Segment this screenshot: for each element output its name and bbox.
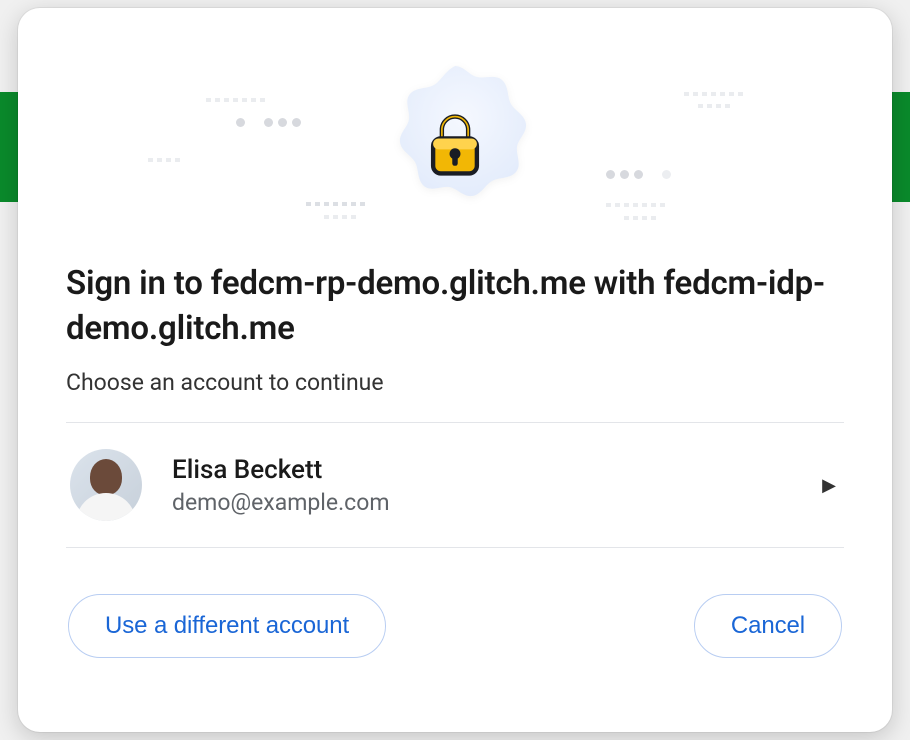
dialog-title: Sign in to fedcm-rp-demo.glitch.me with … — [66, 262, 844, 351]
dialog-actions: Use a different account Cancel — [66, 594, 844, 658]
account-info: Elisa Beckett demo@example.com — [172, 455, 810, 516]
chevron-right-icon: ▶ — [822, 475, 836, 496]
avatar — [70, 449, 142, 521]
use-different-account-button[interactable]: Use a different account — [68, 594, 386, 658]
account-name: Elisa Beckett — [172, 455, 810, 485]
lock-badge — [370, 60, 540, 230]
dialog-subtitle: Choose an account to continue — [66, 369, 844, 396]
account-email: demo@example.com — [172, 489, 810, 516]
signin-dialog: Sign in to fedcm-rp-demo.glitch.me with … — [18, 8, 892, 732]
account-option[interactable]: Elisa Beckett demo@example.com ▶ — [66, 423, 844, 547]
divider-bottom — [66, 547, 844, 548]
hero-illustration — [66, 40, 844, 250]
cancel-button[interactable]: Cancel — [694, 594, 842, 658]
lock-icon — [420, 110, 490, 180]
